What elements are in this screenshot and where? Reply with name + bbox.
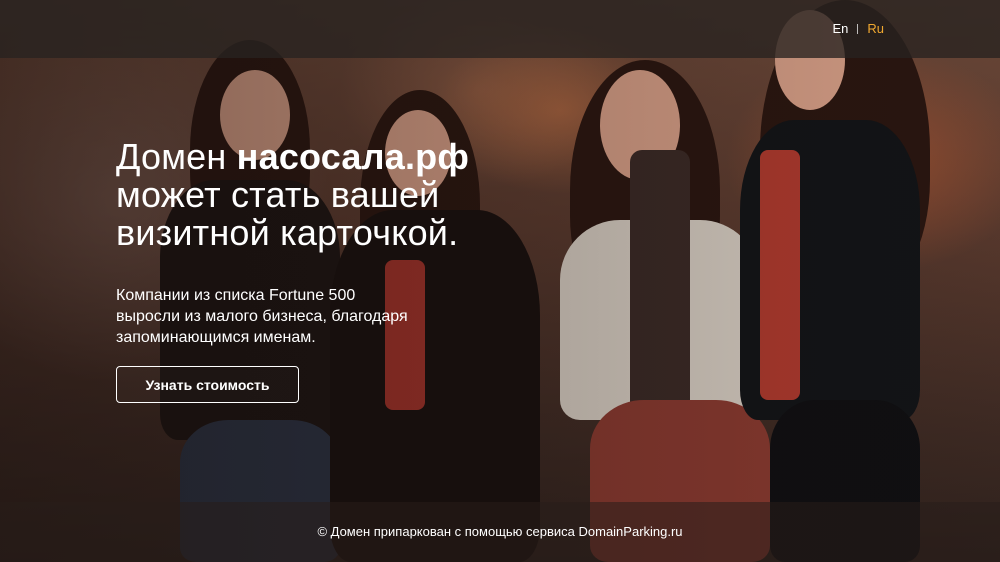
lang-separator — [857, 23, 859, 34]
language-switcher: En Ru — [832, 21, 884, 36]
get-price-button[interactable]: Узнать стоимость — [116, 366, 299, 403]
headline-line3: визитной карточкой. — [116, 212, 459, 253]
headline: Домен насосала.рф может стать вашей визи… — [116, 138, 536, 252]
footer: © Домен припаркован с помощью сервиса Do… — [0, 502, 1000, 562]
subtext-line2: выросли из малого бизнеса, благодаря — [116, 308, 408, 325]
hero-section: Домен насосала.рф может стать вашей визи… — [116, 138, 536, 348]
lang-ru-link[interactable]: Ru — [867, 21, 884, 36]
footer-text: © Домен припаркован с помощью сервиса Do… — [317, 524, 683, 539]
top-bar: En Ru — [0, 0, 1000, 58]
headline-prefix: Домен — [116, 136, 237, 177]
subtext-line3: запоминающимся именам. — [116, 329, 316, 346]
subtext-line1: Компании из списка Fortune 500 — [116, 287, 356, 304]
domain-name: насосала.рф — [236, 136, 470, 177]
headline-line2: может стать вашей — [116, 174, 440, 215]
lang-en-link[interactable]: En — [832, 21, 848, 36]
subtext: Компании из списка Fortune 500 выросли и… — [116, 285, 536, 348]
